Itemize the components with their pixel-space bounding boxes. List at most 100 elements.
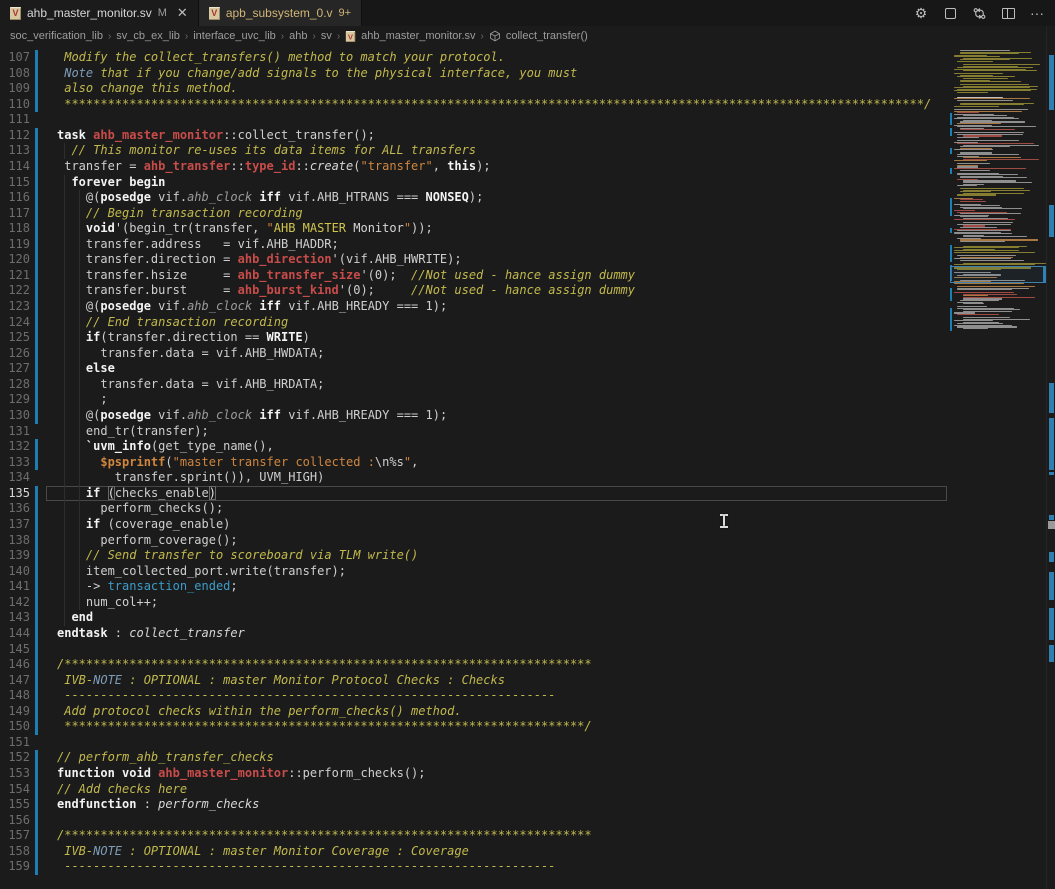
symbol-method-icon	[489, 30, 501, 42]
close-icon[interactable]: ✕	[177, 5, 188, 21]
code-text: transfer.data = vif.AHB_HRDATA;	[57, 377, 324, 393]
code-line-153[interactable]: 153function void ahb_master_monitor::per…	[0, 766, 948, 782]
git-change-gutter-bar	[35, 782, 38, 798]
code-line-122[interactable]: 122 transfer.burst = ahb_burst_kind'(0);…	[0, 283, 948, 299]
git-change-gutter-bar	[35, 190, 38, 206]
code-line-150[interactable]: 150 ************************************…	[0, 719, 948, 735]
tab-apb-subsystem[interactable]: V apb_subsystem_0.v 9+	[199, 0, 362, 26]
code-line-144[interactable]: 144endtask : collect_transfer	[0, 626, 948, 642]
code-line-158[interactable]: 158 IVB-NOTE : OPTIONAL : master Monitor…	[0, 844, 948, 860]
line-number: 128	[0, 377, 30, 393]
code-line-149[interactable]: 149 Add protocol checks within the perfo…	[0, 704, 948, 720]
line-number: 135	[0, 486, 30, 502]
code-line-125[interactable]: 125 if(transfer.direction == WRITE)	[0, 330, 948, 346]
line-number: 130	[0, 408, 30, 424]
git-change-gutter-bar	[35, 252, 38, 268]
code-line-151[interactable]: 151	[0, 735, 948, 751]
code-line-133[interactable]: 133 $psprintf("master transfer collected…	[0, 455, 948, 471]
overview-ruler-scrollbar[interactable]	[1046, 26, 1055, 889]
code-line-132[interactable]: 132 `uvm_info(get_type_name(),	[0, 439, 948, 455]
code-line-156[interactable]: 156	[0, 813, 948, 829]
code-line-129[interactable]: 129 ;	[0, 392, 948, 408]
compare-changes-icon[interactable]	[971, 5, 987, 21]
code-line-136[interactable]: 136 perform_checks();	[0, 501, 948, 517]
code-line-148[interactable]: 148 ------------------------------------…	[0, 688, 948, 704]
code-line-155[interactable]: 155endfunction : perform_checks	[0, 797, 948, 813]
minimap-viewport-slider[interactable]	[950, 266, 1046, 283]
code-line-112[interactable]: 112task ahb_master_monitor::collect_tran…	[0, 128, 948, 144]
code-line-118[interactable]: 118 void'(begin_tr(transfer, "AHB MASTER…	[0, 221, 948, 237]
modified-region-mark	[1049, 572, 1054, 600]
code-line-108[interactable]: 108 Note that if you change/add signals …	[0, 66, 948, 82]
split-editor-icon[interactable]	[1000, 5, 1016, 21]
code-line-140[interactable]: 140 item_collected_port.write(transfer);	[0, 564, 948, 580]
code-line-152[interactable]: 152// perform_ahb_transfer_checks	[0, 750, 948, 766]
breadcrumb-file[interactable]: ahb_master_monitor.sv	[361, 30, 475, 42]
code-text: @(posedge vif.ahb_clock iff vif.AHB_HTRA…	[57, 190, 483, 206]
code-line-115[interactable]: 115 forever begin	[0, 175, 948, 191]
code-line-134[interactable]: 134 transfer.sprint()), UVM_HIGH)	[0, 470, 948, 486]
code-line-141[interactable]: 141 -> transaction_ended;	[0, 579, 948, 595]
git-change-gutter-bar	[35, 81, 38, 97]
code-line-123[interactable]: 123 @(posedge vif.ahb_clock iff vif.AHB_…	[0, 299, 948, 315]
breadcrumb-item[interactable]: soc_verification_lib	[10, 30, 103, 42]
code-line-124[interactable]: 124 // End transaction recording	[0, 315, 948, 331]
code-line-111[interactable]: 111	[0, 112, 948, 128]
code-line-116[interactable]: 116 @(posedge vif.ahb_clock iff vif.AHB_…	[0, 190, 948, 206]
code-line-143[interactable]: 143 end	[0, 610, 948, 626]
code-line-130[interactable]: 130 @(posedge vif.ahb_clock iff vif.AHB_…	[0, 408, 948, 424]
breadcrumb-item[interactable]: ahb	[289, 30, 307, 42]
code-line-131[interactable]: 131 end_tr(transfer);	[0, 424, 948, 440]
code-text: ;	[57, 392, 108, 408]
code-line-127[interactable]: 127 else	[0, 361, 948, 377]
problems-badge: 9+	[339, 7, 352, 19]
code-line-117[interactable]: 117 // Begin transaction recording	[0, 206, 948, 222]
code-line-114[interactable]: 114 transfer = ahb_transfer::type_id::cr…	[0, 159, 948, 175]
settings-gear-icon[interactable]: ⚙	[913, 5, 929, 21]
code-line-157[interactable]: 157/************************************…	[0, 828, 948, 844]
code-text: -> transaction_ended;	[57, 579, 238, 595]
code-text: // This monitor re-uses its data items f…	[57, 143, 476, 159]
code-line-110[interactable]: 110 ************************************…	[0, 97, 948, 113]
git-change-gutter-bar	[35, 797, 38, 813]
chevron-right-icon: ›	[185, 31, 188, 42]
code-line-147[interactable]: 147 IVB-NOTE : OPTIONAL : master Monitor…	[0, 673, 948, 689]
modified-region-mark	[1049, 205, 1054, 237]
code-line-128[interactable]: 128 transfer.data = vif.AHB_HRDATA;	[0, 377, 948, 393]
git-change-gutter-bar	[35, 610, 38, 626]
code-line-135[interactable]: 135 if (checks_enable)	[0, 486, 948, 502]
breadcrumb-item[interactable]: sv_cb_ex_lib	[116, 30, 180, 42]
code-line-119[interactable]: 119 transfer.address = vif.AHB_HADDR;	[0, 237, 948, 253]
code-line-145[interactable]: 145	[0, 642, 948, 658]
more-actions-icon[interactable]: ···	[1029, 5, 1045, 21]
breadcrumb-item[interactable]: interface_uvc_lib	[193, 30, 276, 42]
git-change-gutter-bar	[35, 859, 38, 875]
line-number: 150	[0, 719, 30, 735]
tab-ahb-master-monitor[interactable]: V ahb_master_monitor.sv M ✕	[0, 0, 199, 26]
code-line-154[interactable]: 154// Add checks here	[0, 782, 948, 798]
modified-region-mark	[1049, 383, 1054, 413]
breadcrumb-symbol[interactable]: collect_transfer()	[506, 30, 588, 42]
code-editor[interactable]: 107 Modify the collect_transfers() metho…	[0, 46, 948, 889]
line-number: 129	[0, 392, 30, 408]
code-line-139[interactable]: 139 // Send transfer to scoreboard via T…	[0, 548, 948, 564]
code-line-142[interactable]: 142 num_col++;	[0, 595, 948, 611]
breadcrumb-item[interactable]: sv	[321, 30, 332, 42]
minimap[interactable]	[950, 50, 1046, 350]
code-line-126[interactable]: 126 transfer.data = vif.AHB_HWDATA;	[0, 346, 948, 362]
verilog-file-icon: V	[209, 7, 220, 20]
code-line-146[interactable]: 146/************************************…	[0, 657, 948, 673]
git-change-gutter-bar	[35, 315, 38, 331]
code-line-107[interactable]: 107 Modify the collect_transfers() metho…	[0, 50, 948, 66]
modified-region-mark	[1049, 472, 1054, 475]
code-line-159[interactable]: 159 ------------------------------------…	[0, 859, 948, 875]
code-line-137[interactable]: 137 if (coverage_enable)	[0, 517, 948, 533]
code-line-138[interactable]: 138 perform_coverage();	[0, 533, 948, 549]
git-change-gutter-bar	[35, 346, 38, 362]
code-line-121[interactable]: 121 transfer.hsize = ahb_transfer_size'(…	[0, 268, 948, 284]
code-line-113[interactable]: 113 // This monitor re-uses its data ite…	[0, 143, 948, 159]
code-line-109[interactable]: 109 also change this method.	[0, 81, 948, 97]
line-number: 111	[0, 112, 30, 128]
code-line-120[interactable]: 120 transfer.direction = ahb_direction'(…	[0, 252, 948, 268]
layout-icon[interactable]	[942, 5, 958, 21]
